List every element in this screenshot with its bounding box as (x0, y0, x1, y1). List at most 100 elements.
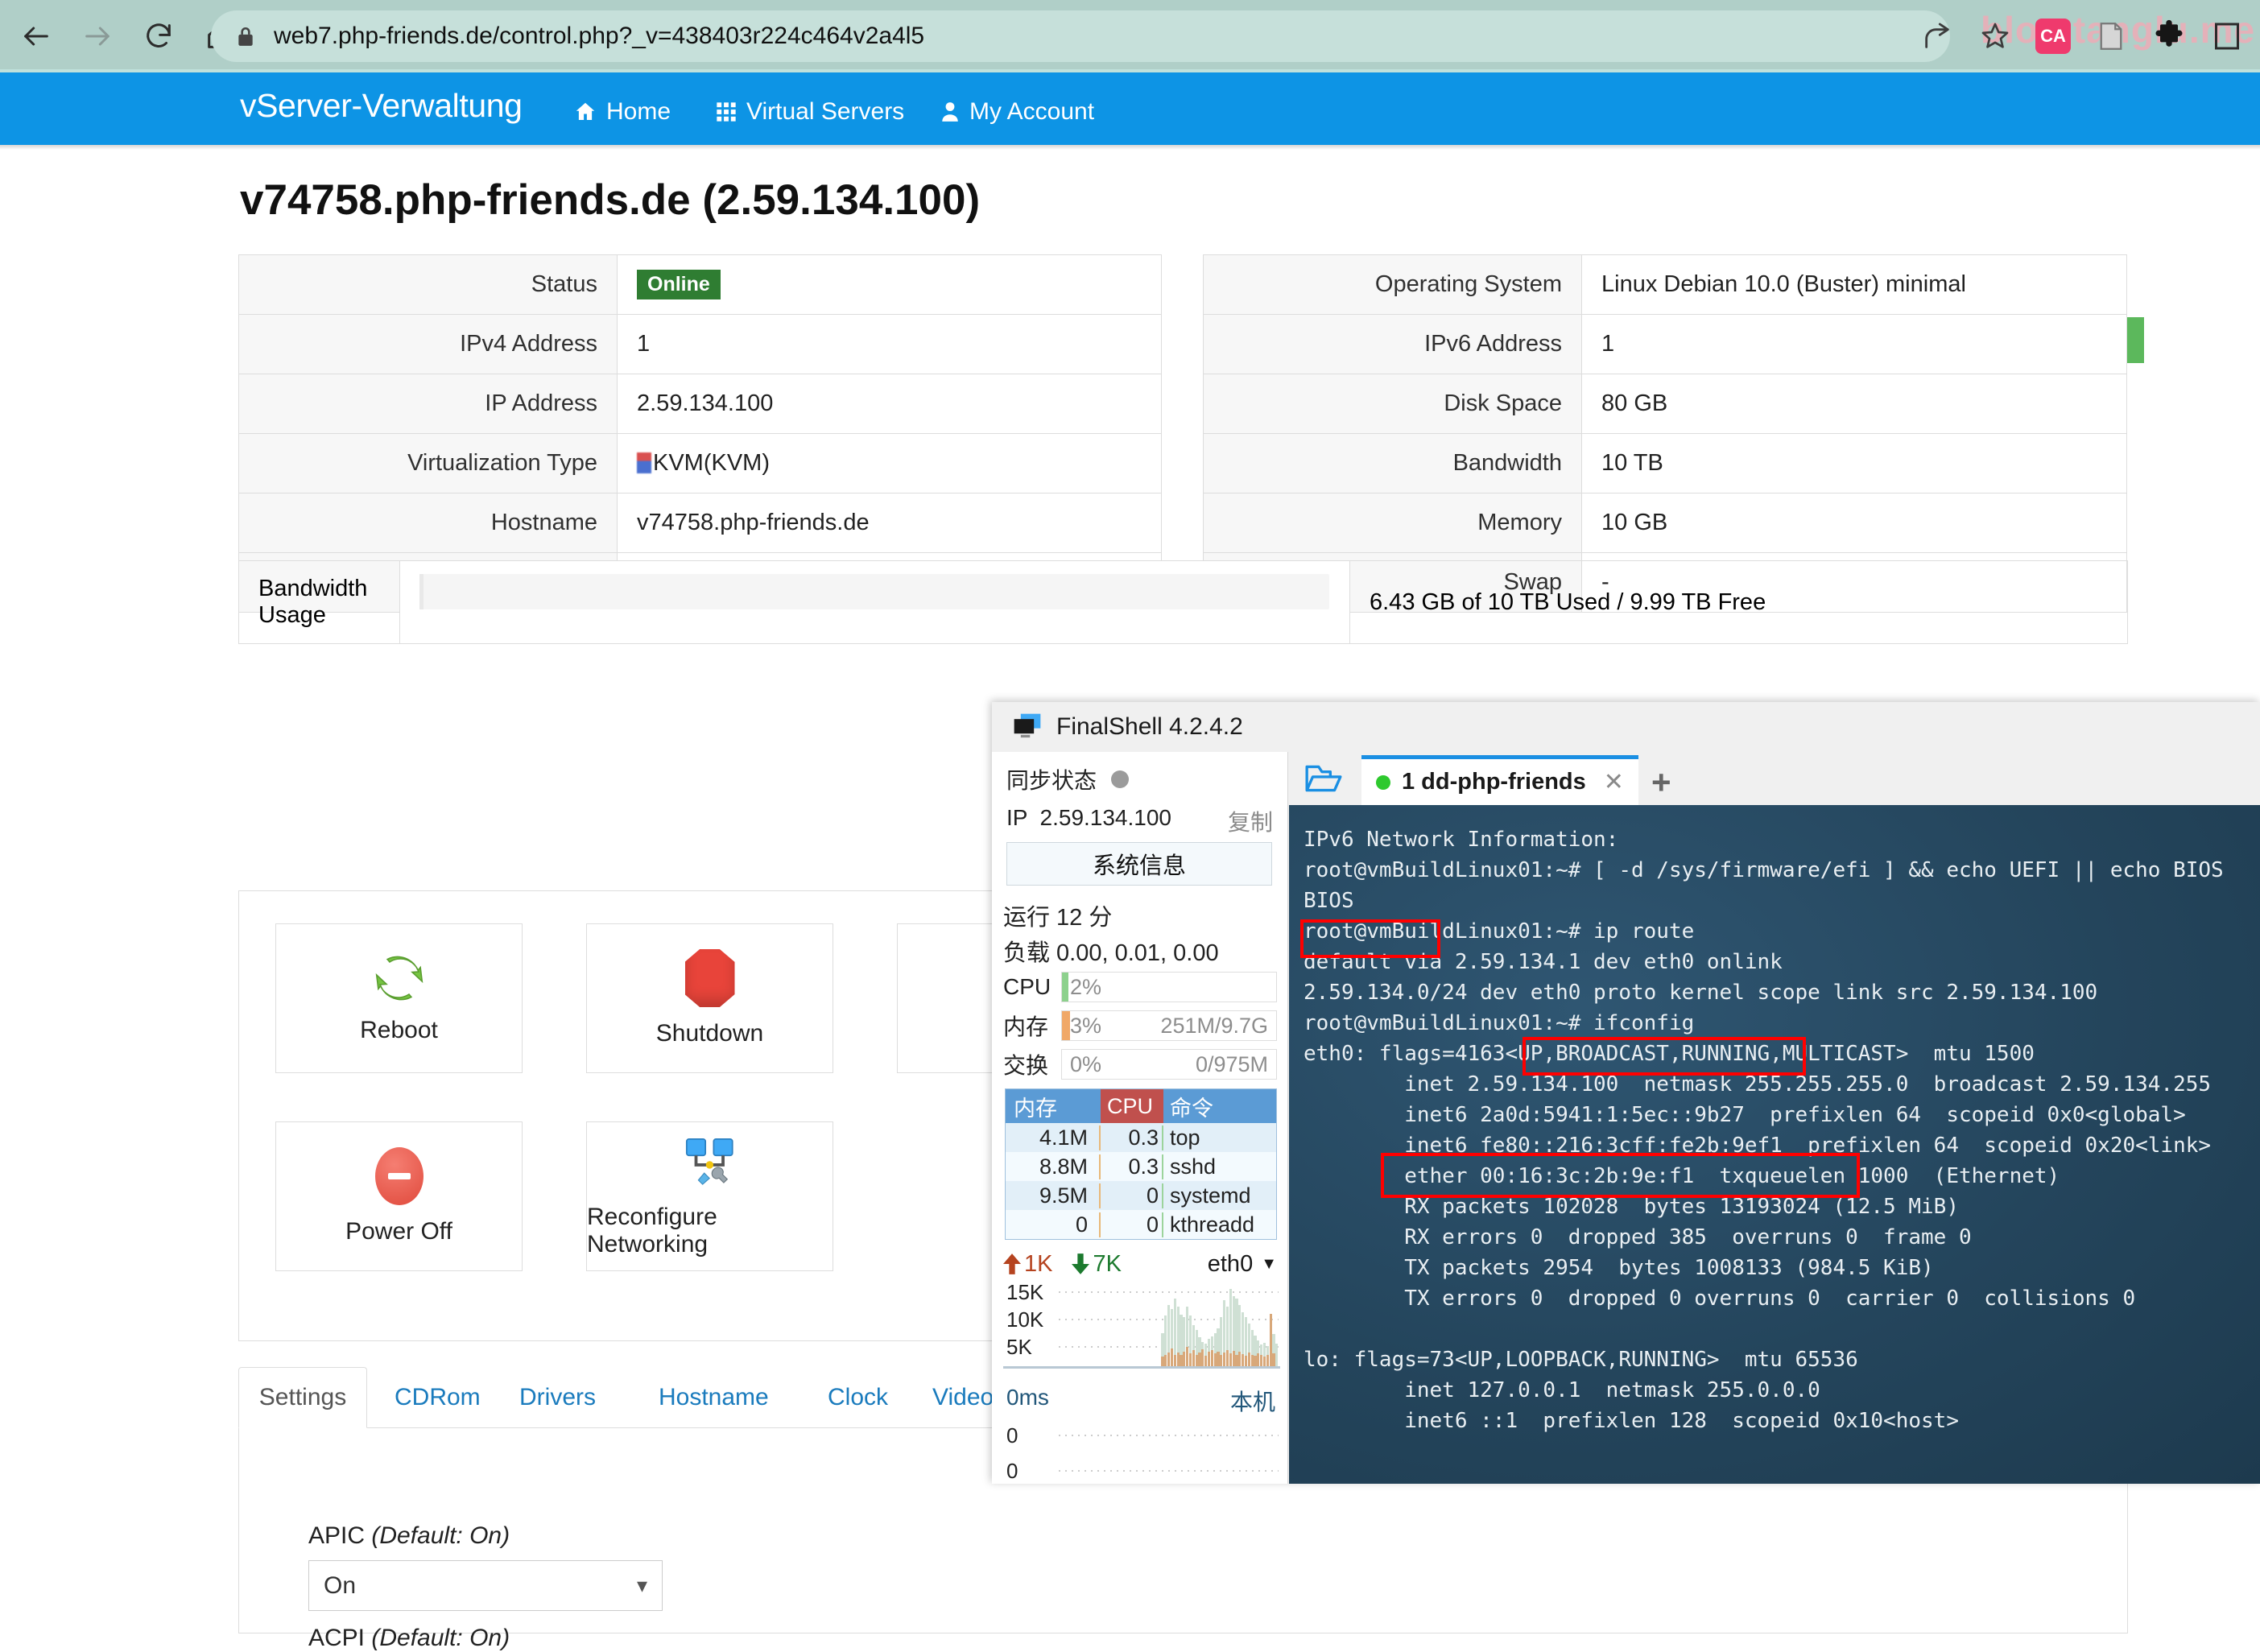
back-button[interactable] (11, 11, 61, 61)
swap-meter-label: 交换 (1003, 1053, 1049, 1078)
chart-bar-upload (1260, 1355, 1263, 1366)
process-memory: 4.1M (1006, 1125, 1101, 1150)
chart-bar-upload (1195, 1354, 1198, 1366)
browser-chrome: web7.php-friends.de/control.php?_v=43840… (0, 0, 2260, 72)
row-value: 80 GB (1581, 374, 2127, 434)
process-table[interactable]: 内存 CPU 命令 4.1M 0.3 top 8.8M 0.3 sshd 9.5… (1005, 1088, 1277, 1240)
nav-link-home[interactable]: Home (573, 98, 671, 126)
chart-bar-upload (1213, 1353, 1217, 1366)
swap-meter-row: 交换 0% 0/975M (1003, 1048, 1277, 1080)
chart-bar-upload (1220, 1354, 1223, 1366)
network-interface-selector[interactable]: eth0 ▼ (1208, 1251, 1277, 1278)
page-title: v74758.php-friends.de (2.59.134.100) (240, 176, 981, 224)
chart-bar-upload (1204, 1355, 1208, 1366)
action-reboot-label: Reboot (360, 1017, 438, 1043)
network-interface-label: eth0 (1207, 1250, 1254, 1277)
local-label: 本机 (1229, 1390, 1275, 1415)
process-command: kthreadd (1170, 1212, 1255, 1237)
nav-link-my-account[interactable]: My Account (940, 98, 1094, 126)
chart-bar-upload (1210, 1349, 1213, 1366)
extension-ca-label: CA (2035, 19, 2071, 54)
action-reboot-button[interactable]: Reboot (275, 923, 523, 1073)
forward-button[interactable] (72, 11, 122, 61)
system-info-button[interactable]: 系统信息 (1006, 842, 1272, 886)
row-value: 10 TB (1581, 433, 2127, 494)
row-key: Disk Space (1203, 374, 1582, 434)
tab-cdrom[interactable]: CDRom (377, 1367, 498, 1428)
latency-chart: 0ms 本机 0 0 0 (1003, 1385, 1280, 1484)
memory-meter-detail: 251M/9.7G (1160, 1013, 1268, 1038)
terminal-output[interactable]: IPv6 Network Information: root@vmBuildLi… (1289, 805, 2260, 1484)
close-icon[interactable]: ✕ (1604, 768, 1624, 796)
table-row: IPv4 Address 1 (238, 314, 1162, 374)
action-reconfigure-networking-button[interactable]: Reconfigure Networking (586, 1121, 833, 1271)
brand-title[interactable]: vServer-Verwaltung (240, 87, 523, 125)
chart-bar-upload (1176, 1352, 1180, 1366)
chart-bar-upload (1269, 1314, 1272, 1366)
row-key: Bandwidth (1203, 433, 1582, 494)
terminal-tab-status-dot (1376, 774, 1390, 790)
user-icon (942, 102, 958, 122)
share-icon[interactable] (1912, 11, 1962, 61)
action-shutdown-button[interactable]: Shutdown (586, 923, 833, 1073)
process-memory: 0 (1006, 1212, 1101, 1237)
process-row[interactable]: 0 0 kthreadd (1006, 1210, 1276, 1239)
chart-bar-upload (1242, 1353, 1245, 1366)
action-reconfigure-networking-label: Reconfigure Networking (587, 1204, 717, 1258)
apic-label: APIC (Default: On) (308, 1522, 510, 1550)
process-row[interactable]: 8.8M 0.3 sshd (1006, 1152, 1276, 1181)
memory-meter-label: 内存 (1003, 1014, 1049, 1039)
table-row: Disk Space 80 GB (1203, 374, 2127, 434)
network-download: 7K (1072, 1251, 1122, 1278)
lock-icon (235, 24, 256, 48)
tab-clock[interactable]: Clock (810, 1367, 906, 1428)
process-row[interactable]: 9.5M 0 systemd (1006, 1181, 1276, 1210)
chart-bar-upload (1257, 1353, 1260, 1366)
plus-icon[interactable]: + (1651, 763, 1671, 802)
tab-hostname[interactable]: Hostname (641, 1367, 787, 1428)
reload-button[interactable] (134, 11, 184, 61)
chevron-down-icon: ▾ (636, 1573, 647, 1597)
finalshell-title: FinalShell 4.2.4.2 (1056, 713, 1243, 740)
chart-bar-upload (1217, 1351, 1220, 1366)
tab-drivers-label: Drivers (519, 1384, 596, 1410)
chevron-down-icon: ▼ (1261, 1254, 1277, 1273)
bandwidth-progress-bar (419, 574, 1329, 609)
finalshell-monitor-panel: 同步状态 IP 2.59.134.100 复制 系统信息 运行 12 分 负载 … (992, 752, 1288, 1484)
chart-bar-upload (1266, 1354, 1269, 1366)
process-command: top (1170, 1125, 1200, 1150)
row-key: IPv4 Address (238, 314, 618, 374)
chart-bar-upload (1272, 1353, 1275, 1366)
row-value: v74758.php-friends.de (617, 493, 1162, 553)
chart-bars (1056, 1278, 1279, 1366)
extension-ca-icon[interactable]: CA (2028, 11, 2078, 61)
tab-settings[interactable]: Settings (238, 1367, 367, 1428)
table-row: Hostname v74758.php-friends.de (238, 493, 1162, 553)
action-poweroff-button[interactable]: Power Off (275, 1121, 523, 1271)
open-folder-icon[interactable] (1304, 762, 1344, 799)
table-row: Status Online (238, 254, 1162, 315)
tab-drivers[interactable]: Drivers (502, 1367, 614, 1428)
chart-bar-upload (1170, 1348, 1174, 1366)
apic-select[interactable]: On ▾ (308, 1560, 663, 1611)
cpu-meter-row: CPU 2% (1003, 971, 1277, 1003)
copy-ip-button[interactable]: 复制 (1228, 805, 1273, 837)
chart-bar-upload (1238, 1352, 1242, 1366)
browser-toolbar-icons: CA (1912, 0, 2260, 72)
chart2-ytick: 0 (1006, 1423, 1018, 1448)
server-ip-value: 2.59.134.100 (1039, 805, 1172, 830)
chart-bar-upload (1188, 1353, 1192, 1366)
extension-note-icon[interactable] (2086, 11, 2136, 61)
star-icon[interactable] (1970, 11, 2020, 61)
address-bar[interactable]: web7.php-friends.de/control.php?_v=43840… (211, 10, 1950, 62)
process-row[interactable]: 4.1M 0.3 top (1006, 1123, 1276, 1152)
finalshell-titlebar[interactable]: FinalShell 4.2.4.2 (992, 702, 2260, 752)
profile-icon[interactable] (2202, 11, 2252, 61)
power-off-icon (374, 1147, 423, 1205)
nav-link-virtual-servers[interactable]: Virtual Servers (715, 98, 904, 126)
extensions-puzzle-icon[interactable] (2144, 11, 2194, 61)
finalshell-terminal-panel: 1 dd-php-friends ✕ + IPv6 Network Inform… (1289, 752, 2260, 1484)
terminal-tab[interactable]: 1 dd-php-friends ✕ (1361, 755, 1638, 805)
server-info-table-right: Operating System Linux Debian 10.0 (Bust… (1203, 254, 2127, 613)
server-info-table-left: Status Online IPv4 Address 1 IP Address … (238, 254, 1162, 613)
